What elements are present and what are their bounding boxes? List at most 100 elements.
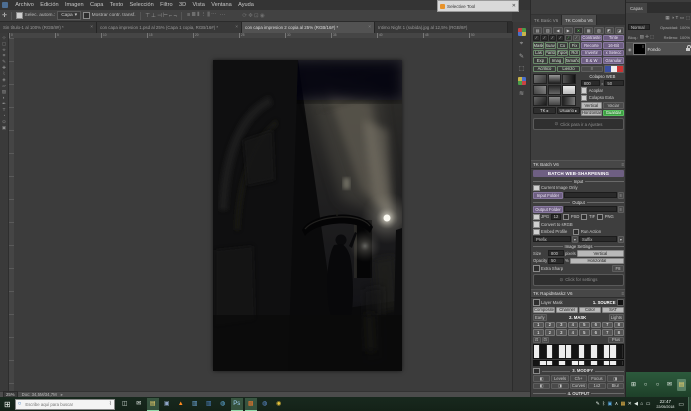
- horizontal-orientation-button[interactable]: Horizontal: [570, 258, 624, 265]
- menu-item-10[interactable]: Ayuda: [235, 2, 257, 8]
- panel-menu-icon[interactable]: ≡: [621, 291, 624, 296]
- tool-1[interactable]: ▢: [2, 42, 6, 47]
- modify-button-0[interactable]: ◧: [533, 375, 550, 382]
- zone-button-6[interactable]: 7: [602, 329, 613, 336]
- tool-11[interactable]: ✒: [2, 102, 6, 107]
- target-icon[interactable]: ⌖: [520, 41, 523, 48]
- tray-icon-2[interactable]: ▣: [608, 402, 613, 407]
- tk-file-button-3[interactable]: ▶: [564, 27, 573, 34]
- tray-icon-6[interactable]: ◀: [634, 402, 638, 407]
- width-field[interactable]: 800: [581, 80, 601, 86]
- zone-button-7[interactable]: 8: [614, 322, 625, 329]
- tool-3[interactable]: ⌗: [3, 54, 6, 59]
- taskbar-app-icon-1[interactable]: ✉: [133, 398, 145, 411]
- layer-thumbnail[interactable]: [633, 43, 646, 55]
- menu-item-6[interactable]: Filtro: [157, 2, 176, 8]
- modify-button-0[interactable]: ◧: [533, 383, 550, 390]
- tk-brush-button-2[interactable]: ∕: [549, 35, 556, 42]
- color-swatch-icon[interactable]: [518, 28, 526, 36]
- tk-button-0[interactable]: Mask: [533, 42, 544, 49]
- visibility-eye-icon[interactable]: ◉: [628, 47, 632, 52]
- action-center-icon[interactable]: ▭: [678, 401, 684, 408]
- auto-select-dropdown[interactable]: Capa ▾: [57, 11, 81, 20]
- guardar-button[interactable]: Guardar: [603, 110, 624, 117]
- tk-button-3[interactable]: Rdl: [569, 50, 580, 57]
- tool-9[interactable]: ▨: [2, 90, 6, 95]
- tk-file-button-2[interactable]: ◀: [553, 27, 562, 34]
- tray-icon-5[interactable]: ✕: [628, 402, 632, 407]
- mask-option-button-1[interactable]: ⊡: [542, 337, 550, 344]
- tab-capas[interactable]: Capas: [626, 3, 647, 13]
- usuario-nav-button[interactable]: Usuario ▸: [557, 107, 580, 114]
- tk-button-0[interactable]: Exp: [533, 57, 548, 64]
- tk-rapidmask-header[interactable]: TK RapidMask2 V6 ≡: [531, 289, 626, 298]
- zone-button-2[interactable]: 3: [556, 322, 567, 329]
- png-checkbox[interactable]: [597, 214, 604, 221]
- source-button-2[interactable]: Color: [579, 307, 601, 314]
- tray-icon-0[interactable]: ✎: [596, 402, 600, 407]
- close-icon[interactable]: ×: [368, 25, 371, 30]
- layer-filter-icon-2[interactable]: T: [676, 15, 679, 20]
- size-field[interactable]: 800: [548, 250, 564, 256]
- bars-button[interactable]: ≡: [581, 66, 603, 73]
- tk-button-0[interactable]: Contraste: [581, 35, 602, 42]
- lock-option-icon-1[interactable]: ✛: [645, 34, 649, 40]
- zone-button-6[interactable]: 7: [602, 322, 613, 329]
- tool-0[interactable]: ⊹: [2, 36, 6, 41]
- channels-icon[interactable]: [518, 77, 526, 85]
- zone-button-1[interactable]: 2: [545, 322, 556, 329]
- early-button[interactable]: Early: [533, 314, 547, 321]
- tray-icon-4[interactable]: ▦: [621, 402, 626, 407]
- tk-nav-button[interactable]: TK ▸: [533, 107, 556, 114]
- lock-option-icon-0[interactable]: ▨: [640, 34, 644, 40]
- vertical-orientation-button[interactable]: Vertical: [577, 250, 624, 257]
- start-button[interactable]: ⊞: [0, 400, 15, 409]
- modify-button-2[interactable]: Curves: [570, 383, 587, 390]
- ajustes-link-button[interactable]: ⊙ Click para ir a Ajustes: [533, 118, 624, 130]
- layer-filter-icon-1[interactable]: ◑: [671, 15, 674, 20]
- distribute-icon-5[interactable]: ⋯: [210, 12, 217, 19]
- close-icon[interactable]: ✕: [510, 3, 518, 9]
- tool-15[interactable]: ▣: [2, 126, 6, 131]
- zone-button-0[interactable]: 1: [533, 322, 544, 329]
- tool-8[interactable]: ▱: [2, 84, 5, 89]
- tray-icon-3[interactable]: ∧: [615, 402, 619, 407]
- distribute-icon-3[interactable]: ⋮: [200, 12, 207, 19]
- tool-4[interactable]: ✎: [2, 60, 6, 65]
- tk-button-0[interactable]: Acrílico: [533, 66, 556, 73]
- tool-13[interactable]: ◔: [3, 114, 6, 119]
- tray-icon-8[interactable]: ▭: [646, 402, 651, 407]
- tk-brush-button-1[interactable]: ∕: [541, 35, 548, 42]
- taskbar-icon-3[interactable]: ✉: [665, 379, 674, 391]
- tk-button-0[interactable]: Invertir: [581, 50, 602, 57]
- pencil-icon[interactable]: ✎: [519, 53, 524, 60]
- tk-button-2[interactable]: Tamaño: [565, 57, 580, 64]
- zone-button-4[interactable]: 5: [579, 329, 590, 336]
- source-button-3[interactable]: SAT: [602, 307, 624, 314]
- flag-icon[interactable]: [604, 65, 624, 74]
- preset-thumbnail[interactable]: [548, 85, 562, 95]
- source-swatch[interactable]: [617, 299, 624, 306]
- tk-button-0[interactable]: B & W: [581, 57, 602, 64]
- close-icon[interactable]: ×: [235, 25, 238, 30]
- modify-button-3[interactable]: Focus: [588, 375, 605, 382]
- menu-item-2[interactable]: Imagen: [62, 2, 87, 8]
- auto-select-checkbox[interactable]: [16, 12, 23, 19]
- tk-button-3[interactable]: Fix: [569, 42, 580, 49]
- tif-checkbox[interactable]: [581, 214, 588, 221]
- zone-button-0[interactable]: 1: [533, 329, 544, 336]
- convert-srgb-checkbox[interactable]: [533, 221, 540, 228]
- taskbar-app-icon-4[interactable]: ▲: [175, 398, 187, 411]
- zone-button-1[interactable]: 2: [545, 329, 556, 336]
- fill-value[interactable]: 100%: [680, 35, 690, 40]
- zone-button-3[interactable]: 4: [568, 329, 579, 336]
- menu-item-9[interactable]: Ventana: [208, 2, 235, 8]
- zone-button-3[interactable]: 4: [568, 322, 579, 329]
- menu-item-1[interactable]: Edición: [37, 2, 62, 8]
- chevron-down-icon[interactable]: ▾: [572, 236, 578, 243]
- mask-key-13[interactable]: [617, 361, 623, 365]
- tk-button-1[interactable]: Panta: [545, 50, 556, 57]
- tk-button-1[interactable]: Suavi: [545, 42, 556, 49]
- tray-icon-7[interactable]: ⌂: [640, 402, 643, 407]
- taskbar-icon-4[interactable]: ▤: [677, 379, 686, 391]
